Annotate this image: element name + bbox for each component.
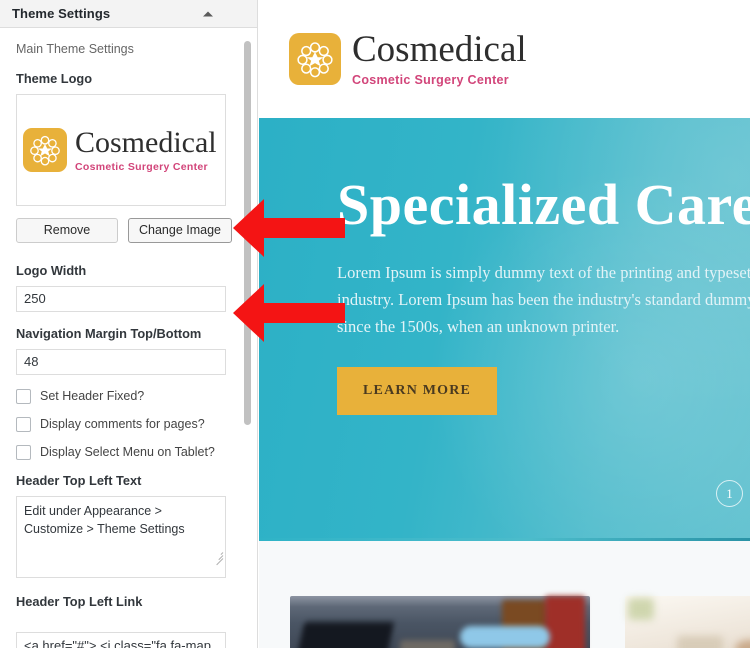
feature-image-2[interactable]	[625, 596, 750, 648]
remove-image-button[interactable]: Remove	[16, 217, 118, 243]
nav-margin-label: Navigation Margin Top/Bottom	[16, 325, 202, 341]
page-title: Theme Settings	[12, 6, 111, 21]
image-detail	[460, 626, 550, 648]
image-detail	[677, 636, 723, 648]
feature-image-1[interactable]	[290, 596, 590, 648]
panel-body: Main Theme Settings Theme Logo Cosmedica…	[0, 28, 257, 648]
logo-lockup: Cosmedical Cosmetic Surgery Center	[23, 127, 217, 172]
logo-wordmark: Cosmedical Cosmetic Surgery Center	[75, 127, 217, 172]
checkbox-label: Display comments for pages?	[40, 416, 205, 431]
slide-indicator-1[interactable]: 1	[716, 480, 743, 507]
site-header: Cosmedical Cosmetic Surgery Center	[259, 0, 750, 118]
checkbox-row-display-select-menu[interactable]: Display Select Menu on Tablet?	[16, 445, 241, 460]
floral-mandala-icon	[289, 33, 341, 85]
header-top-left-text-label: Header Top Left Text	[16, 472, 142, 488]
header-top-left-link-label: Header Top Left Link	[16, 593, 143, 609]
site-brand-tagline: Cosmetic Surgery Center	[352, 73, 509, 88]
logo-brand-tagline: Cosmetic Surgery Center	[75, 160, 208, 173]
logo-button-row: Remove Change Image	[16, 217, 241, 243]
hero-slider: Specialized Care Lorem Ipsum is simply d…	[259, 118, 750, 538]
image-detail	[400, 640, 455, 648]
checkbox-set-header-fixed[interactable]	[16, 388, 31, 404]
logo-width-label: Logo Width	[16, 262, 87, 278]
header-top-left-text-textarea[interactable]: Edit under Appearance > Customize > Them…	[16, 495, 226, 578]
site-logo-wordmark: Cosmedical Cosmetic Surgery Center	[352, 29, 527, 88]
change-image-button[interactable]: Change Image	[128, 217, 232, 243]
panel-scrollbar[interactable]	[240, 29, 256, 648]
panel-header[interactable]: Theme Settings	[0, 0, 257, 28]
logo-width-input[interactable]	[16, 285, 226, 312]
site-brand-name: Cosmedical	[352, 29, 527, 71]
learn-more-button[interactable]: LEARN MORE	[337, 366, 498, 415]
hero-body-text: Lorem Ipsum is simply dummy text of the …	[337, 263, 750, 336]
nav-margin-input[interactable]	[16, 348, 226, 375]
checkbox-display-comments[interactable]	[16, 416, 31, 432]
section-subtitle: Main Theme Settings	[16, 42, 134, 56]
header-top-left-link-input[interactable]	[16, 632, 226, 648]
checkbox-display-select-menu[interactable]	[16, 444, 31, 460]
floral-mandala-icon	[23, 127, 67, 172]
image-detail	[628, 598, 654, 620]
below-hero-section	[259, 538, 750, 648]
hero-title: Specialized Care	[337, 172, 750, 237]
checkbox-label: Display Select Menu on Tablet?	[40, 444, 215, 459]
checkbox-label: Set Header Fixed?	[40, 388, 145, 403]
hero-bottom-divider	[259, 538, 750, 541]
image-detail	[545, 596, 585, 648]
panel-scrollbar-thumb[interactable]	[244, 41, 251, 425]
hero-content: Specialized Care Lorem Ipsum is simply d…	[259, 118, 750, 415]
logo-brand-name: Cosmedical	[75, 126, 217, 160]
checkbox-row-display-comments[interactable]: Display comments for pages?	[16, 417, 241, 432]
theme-customizer-panel: Theme Settings Main Theme Settings Theme…	[0, 0, 258, 648]
image-detail	[295, 622, 395, 648]
theme-logo-label: Theme Logo	[16, 71, 93, 86]
site-preview-pane: Cosmedical Cosmetic Surgery Center Speci…	[259, 0, 750, 648]
triangle-up-icon[interactable]	[203, 11, 213, 16]
checkbox-row-set-header-fixed[interactable]: Set Header Fixed?	[16, 389, 241, 404]
site-logo-lockup[interactable]: Cosmedical Cosmetic Surgery Center	[289, 29, 527, 88]
header-top-left-link-field-wrap	[16, 632, 226, 648]
customizer-screen: Theme Settings Main Theme Settings Theme…	[0, 0, 750, 648]
image-detail	[735, 640, 750, 648]
header-top-left-textarea-wrap: Edit under Appearance > Customize > Them…	[16, 495, 226, 578]
theme-logo-preview: Cosmedical Cosmetic Surgery Center	[16, 93, 226, 206]
